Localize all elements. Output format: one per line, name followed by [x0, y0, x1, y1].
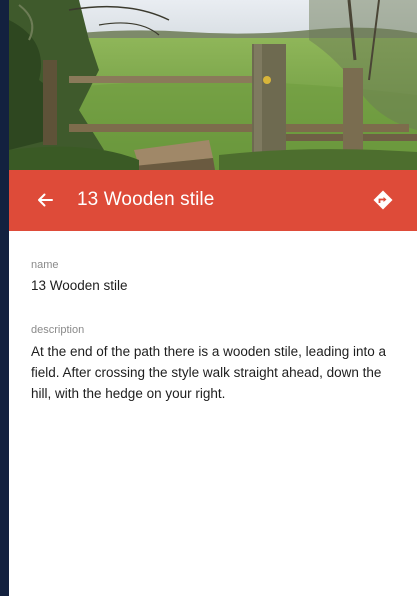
description-value: At the end of the path there is a wooden… — [31, 344, 386, 401]
directions-button[interactable] — [367, 184, 399, 216]
directions-icon — [373, 190, 393, 210]
details-panel: name 13 Wooden stile description At the … — [9, 231, 417, 596]
name-label: name — [31, 259, 59, 271]
screen: 13 Wooden stile name 13 Wooden stile des… — [0, 0, 417, 596]
side-strip — [0, 0, 9, 596]
arrow-left-icon — [38, 193, 53, 207]
toolbar-title: 13 Wooden stile — [77, 189, 215, 210]
back-button[interactable] — [29, 184, 61, 216]
name-value: 13 Wooden stile — [31, 278, 128, 293]
description-label: description — [31, 324, 85, 336]
app-toolbar: 13 Wooden stile — [9, 170, 417, 231]
hero-photo — [9, 0, 417, 170]
